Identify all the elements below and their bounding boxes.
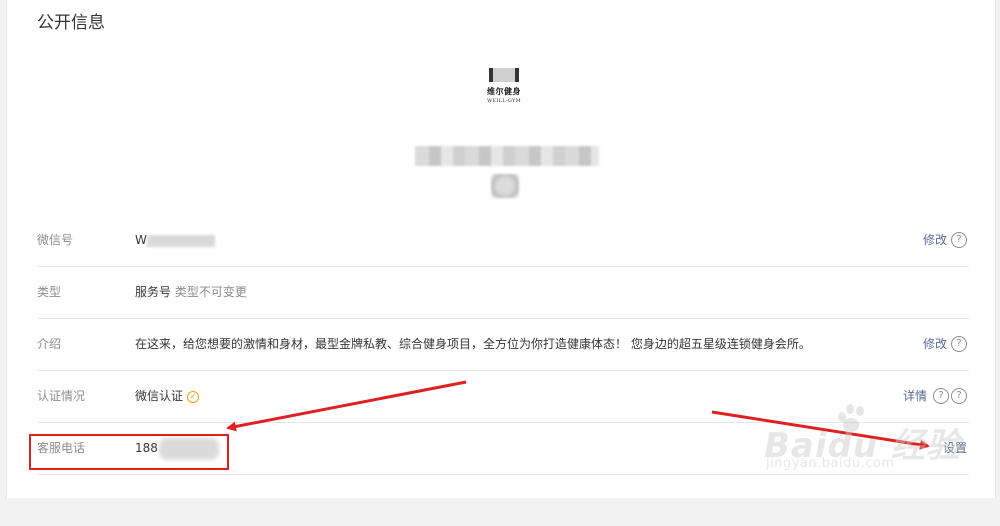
baidu-jingyan-watermark: Baidu 经验 jingyan.baidu.com [764, 404, 964, 480]
arrow-to-phone [226, 380, 467, 432]
watermark-url: jingyan.baidu.com [766, 456, 895, 471]
